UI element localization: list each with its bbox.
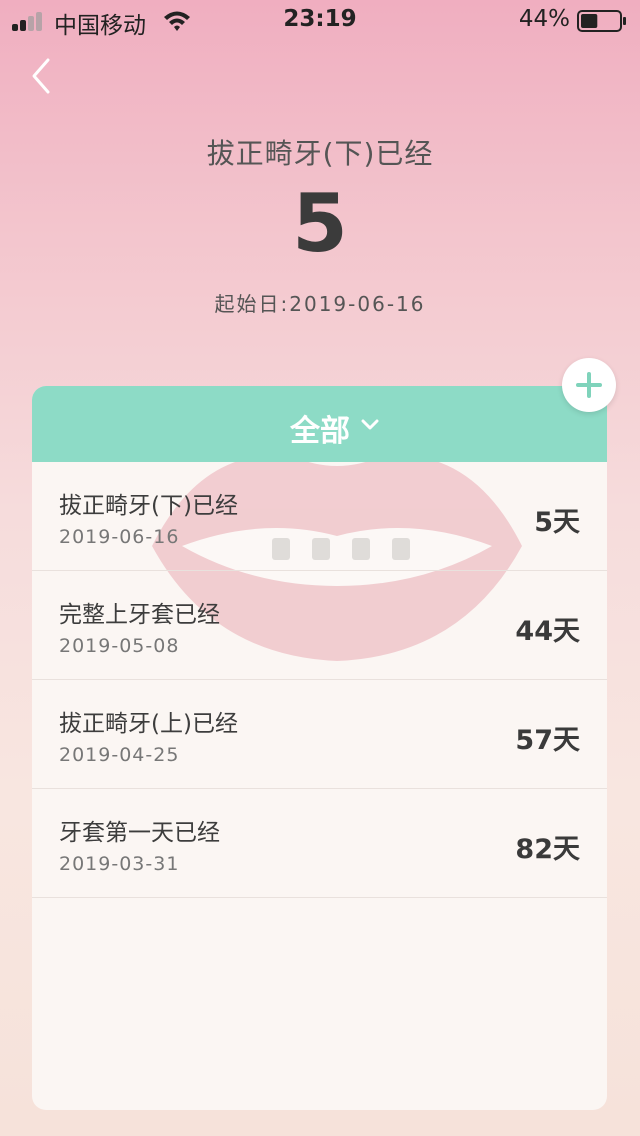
filter-label: 全部 [290, 414, 350, 449]
plus-icon [576, 372, 602, 398]
item-name: 拔正畸牙(下)已经 [59, 493, 238, 519]
start-date-label: 起始日: [214, 292, 290, 316]
battery-icon [577, 10, 626, 32]
list-item[interactable]: 拔正畸牙(上)已经 2019-04-25 57天 [32, 680, 607, 789]
day-count: 5 [292, 177, 348, 270]
battery-percent: 44% [518, 6, 570, 32]
item-date: 2019-04-25 [59, 744, 180, 766]
item-days: 5天 [534, 507, 580, 538]
item-name: 牙套第一天已经 [59, 820, 220, 846]
list-item[interactable]: 牙套第一天已经 2019-03-31 82天 [32, 789, 607, 898]
item-date: 2019-05-08 [59, 635, 180, 657]
filter-dropdown[interactable]: 全部 [32, 386, 607, 462]
chevron-down-icon [361, 419, 379, 430]
page-title: 拔正畸牙(下)已经 [206, 137, 434, 170]
list-item[interactable]: 拔正畸牙(下)已经 2019-06-16 5天 [32, 462, 607, 571]
start-date: 起始日:2019-06-16 [0, 288, 640, 317]
item-date: 2019-03-31 [59, 853, 180, 875]
event-list: 拔正畸牙(下)已经 2019-06-16 5天 完整上牙套已经 2019-05-… [32, 462, 607, 898]
start-date-value: 2019-06-16 [289, 292, 426, 316]
item-days: 44天 [515, 616, 580, 647]
item-name: 拔正畸牙(上)已经 [59, 711, 238, 737]
item-days: 57天 [515, 725, 580, 756]
add-button[interactable] [562, 358, 616, 412]
list-item[interactable]: 完整上牙套已经 2019-05-08 44天 [32, 571, 607, 680]
status-bar: 中国移动 23:19 44% [0, 0, 640, 40]
event-card: 全部 拔正畸牙(下)已经 2019-06-16 5天 完整上牙套已经 2019-… [32, 386, 607, 1110]
item-date: 2019-06-16 [59, 526, 180, 548]
item-name: 完整上牙套已经 [59, 602, 220, 628]
back-button[interactable] [24, 54, 64, 100]
item-days: 82天 [515, 834, 580, 865]
